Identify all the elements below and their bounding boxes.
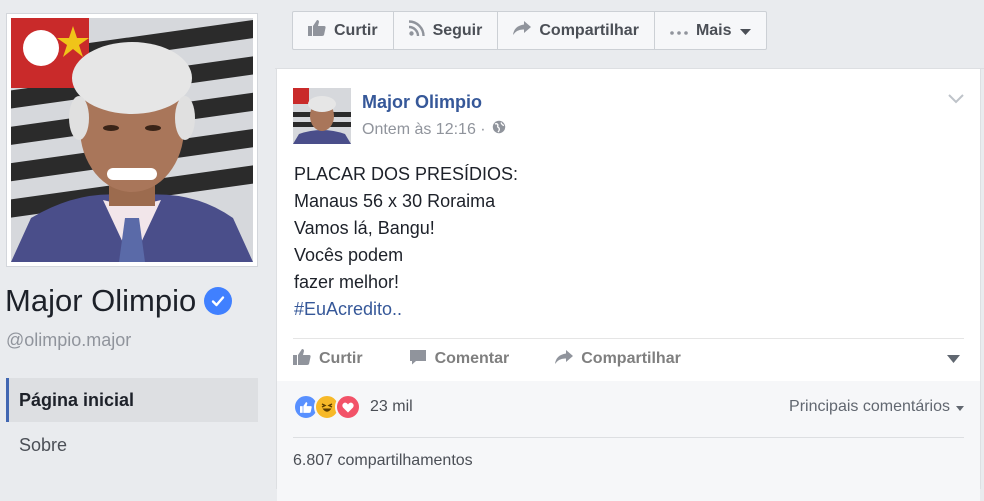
left-column: Major Olimpio @olimpio.major Página inic… <box>0 0 275 484</box>
post-timestamp[interactable]: Ontem às 12:16 · <box>362 120 506 139</box>
profile-picture-frame[interactable] <box>6 13 258 267</box>
post-line: Vocês podem <box>294 245 404 265</box>
page-name-text[interactable]: Major Olimpio <box>5 283 196 319</box>
action-label: Curtir <box>334 21 378 39</box>
post-author-name[interactable]: Major Olimpio <box>362 92 482 113</box>
globe-icon <box>492 120 506 139</box>
post-options-chevron-icon[interactable] <box>948 91 964 109</box>
reaction-count[interactable]: 23 mil <box>370 398 413 416</box>
timestamp-text[interactable]: Ontem às 12:16 · <box>362 121 486 139</box>
post-line: fazer melhor! <box>294 272 400 292</box>
comment-button[interactable]: Comentar <box>409 349 510 370</box>
profile-picture[interactable] <box>11 18 253 262</box>
sort-label: Principais comentários <box>789 398 950 415</box>
love-reaction-icon[interactable] <box>335 394 361 420</box>
share-arrow-icon <box>555 349 574 369</box>
comment-sort-dropdown[interactable]: Principais comentários <box>789 398 964 416</box>
action-label: Seguir <box>432 21 483 39</box>
reaction-icons[interactable] <box>293 394 361 420</box>
caret-down-icon <box>956 398 964 416</box>
profile-photo-image <box>11 18 253 262</box>
post-card: Major Olimpio Ontem às 12:16 · PLACAR DO… <box>276 69 981 501</box>
like-post-button[interactable]: Curtir <box>293 348 363 370</box>
nav-item-label: Página inicial <box>19 389 135 410</box>
thumbs-up-icon <box>293 348 311 370</box>
divider <box>293 437 964 438</box>
avatar-image <box>293 88 351 144</box>
share-post-button[interactable]: Compartilhar <box>555 349 681 369</box>
post-message: PLACAR DOS PRESÍDIOS: Manaus 56 x 30 Ror… <box>294 161 518 323</box>
share-count[interactable]: 6.807 compartilhamentos <box>293 452 473 470</box>
follow-button[interactable]: Seguir <box>394 12 499 49</box>
post-line: PLACAR DOS PRESÍDIOS: <box>294 164 519 184</box>
post-line: Manaus 56 x 30 Roraima <box>294 191 496 211</box>
caret-down-icon <box>739 22 751 40</box>
nav-item-home[interactable]: Página inicial <box>6 378 258 422</box>
page-title[interactable]: Major Olimpio <box>5 283 233 319</box>
button-label: Curtir <box>319 350 363 367</box>
author-avatar[interactable] <box>293 88 351 144</box>
page-handle[interactable]: @olimpio.major <box>6 330 131 351</box>
share-page-button[interactable]: Compartilhar <box>498 12 655 49</box>
action-label: Mais <box>695 21 732 39</box>
reactions-section: 23 mil Principais comentários 6.807 comp… <box>277 381 980 501</box>
thumbs-up-icon <box>308 20 326 41</box>
button-label: Comentar <box>434 350 510 367</box>
action-label: Compartilhar <box>539 21 639 39</box>
more-button[interactable]: Mais <box>655 12 766 49</box>
nav-item-label: Sobre <box>19 434 68 455</box>
divider <box>293 338 964 339</box>
page-action-bar: Curtir Seguir Compartilhar Mais <box>292 11 767 50</box>
verified-badge-icon <box>204 287 233 315</box>
like-page-button[interactable]: Curtir <box>293 12 394 49</box>
hashtag-link[interactable]: #EuAcredito.. <box>294 296 518 323</box>
rss-icon <box>408 20 425 41</box>
post-action-bar: Curtir Comentar Compartilhar <box>293 347 964 371</box>
nav-item-about[interactable]: Sobre <box>6 423 258 467</box>
ellipsis-icon <box>670 22 688 40</box>
post-line: Vamos lá, Bangu! <box>294 218 435 238</box>
audience-caret-down-icon[interactable] <box>947 350 960 368</box>
button-label: Compartilhar <box>581 350 681 367</box>
reactions-row: 23 mil Principais comentários <box>293 394 964 420</box>
comment-bubble-icon <box>409 349 427 370</box>
share-arrow-icon <box>513 21 532 40</box>
